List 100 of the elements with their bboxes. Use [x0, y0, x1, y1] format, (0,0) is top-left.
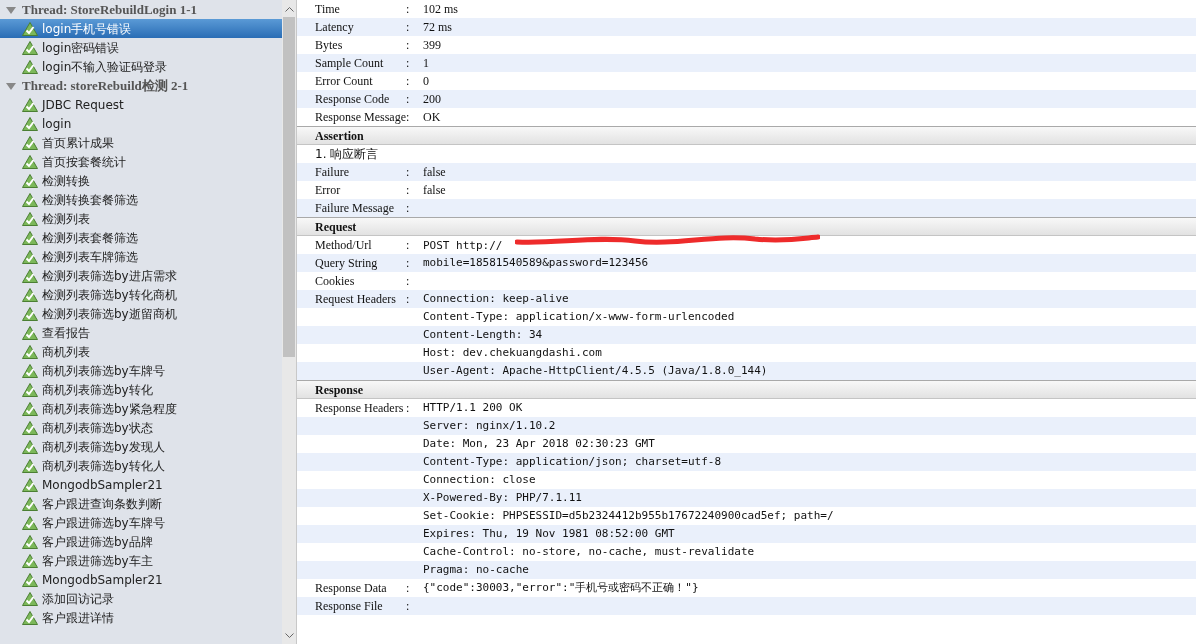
sampler-item[interactable]: 客户跟进筛选by车主: [0, 551, 282, 570]
sampler-item[interactable]: 商机列表筛选by状态: [0, 418, 282, 437]
sampler-item[interactable]: 检测列表筛选by进店需求: [0, 266, 282, 285]
field-value: Content-Length: 34: [423, 326, 543, 343]
colon: :: [406, 165, 410, 179]
field-label: Response File: [315, 599, 383, 613]
sampler-item[interactable]: 客户跟进查询条数判断: [0, 494, 282, 513]
field-value: mobile=18581540589&password=123456: [423, 254, 649, 271]
sampler-item[interactable]: 商机列表: [0, 342, 282, 361]
section-header: Response: [297, 380, 1196, 399]
sampler-item[interactable]: JDBC Request: [0, 95, 282, 114]
colon: :: [406, 110, 410, 124]
scrollbar-thumb[interactable]: [283, 17, 295, 357]
sampler-item[interactable]: 检测转换套餐筛选: [0, 190, 282, 209]
field-value: OK: [423, 109, 441, 126]
colon: :: [406, 74, 410, 88]
field-value: Content-Type: application/json; charset=utf-8: [423, 453, 721, 470]
check-icon: [22, 173, 38, 188]
check-icon: [22, 344, 38, 359]
sampler-item[interactable]: 检测列表筛选by逝留商机: [0, 304, 282, 323]
field-label: Response Code: [315, 92, 390, 106]
field-value: Connection: close: [423, 471, 536, 488]
sampler-item[interactable]: 检测列表筛选by转化商机: [0, 285, 282, 304]
sampler-item[interactable]: MongodbSampler21: [0, 475, 282, 494]
field-value: POST http://: [423, 238, 503, 252]
check-icon: [22, 515, 38, 530]
check-icon: [22, 458, 38, 473]
colon: :: [406, 38, 410, 52]
field-label: Method/Url: [315, 238, 372, 252]
sampler-item[interactable]: 商机列表筛选by转化人: [0, 456, 282, 475]
field-value: Server: nginx/1.10.2: [423, 417, 556, 434]
collapse-icon[interactable]: [6, 4, 16, 15]
sampler-item[interactable]: 商机列表筛选by车牌号: [0, 361, 282, 380]
check-icon: [22, 553, 38, 568]
sampler-item[interactable]: login手机号错误: [0, 19, 282, 38]
field-value: Connection: keep-alive: [423, 290, 569, 307]
check-icon: [22, 325, 38, 340]
sampler-item[interactable]: login: [0, 114, 282, 133]
field-label: Failure: [315, 165, 349, 179]
section-header: Assertion: [297, 126, 1196, 145]
colon: :: [406, 274, 410, 288]
field-value: Set-Cookie: PHPSESSID=d5b2324412b955b17672240900cad5ef; path=/: [423, 507, 834, 524]
colon: :: [406, 92, 410, 106]
field-label: Cookies: [315, 274, 355, 288]
check-icon: [22, 477, 38, 492]
check-icon: [22, 59, 38, 74]
colon: :: [406, 20, 410, 34]
thread-node[interactable]: Thread: storeRebuild检测 2-1: [0, 76, 282, 95]
field-value: false: [423, 182, 446, 199]
sampler-item[interactable]: 首页累计成果: [0, 133, 282, 152]
field-value: Host: dev.chekuangdashi.com: [423, 344, 602, 361]
sampler-item[interactable]: 检测列表套餐筛选: [0, 228, 282, 247]
field-label: Error: [315, 183, 341, 197]
sampler-item[interactable]: login密码错误: [0, 38, 282, 57]
check-icon: [22, 154, 38, 169]
check-icon: [22, 420, 38, 435]
sampler-item[interactable]: 查看报告: [0, 323, 282, 342]
sampler-item[interactable]: 检测列表车牌筛选: [0, 247, 282, 266]
check-icon: [22, 40, 38, 55]
field-value: 1: [423, 55, 429, 72]
sampler-item[interactable]: 添加回访记录: [0, 589, 282, 608]
scroll-down-icon[interactable]: [284, 632, 294, 639]
sampler-item[interactable]: 商机列表筛选by发现人: [0, 437, 282, 456]
check-icon: [22, 306, 38, 321]
check-icon: [22, 287, 38, 302]
colon: :: [406, 292, 410, 306]
field-label: Bytes: [315, 38, 343, 52]
field-value: 200: [423, 91, 441, 108]
colon: :: [406, 183, 410, 197]
sampler-item[interactable]: login不输入验证码登录: [0, 57, 282, 76]
field-value: Cache-Control: no-store, no-cache, must-revalidate: [423, 543, 755, 560]
field-value: 102 ms: [423, 1, 458, 18]
sampler-item[interactable]: 客户跟进详情: [0, 608, 282, 627]
scroll-up-icon[interactable]: [284, 5, 294, 12]
field-value: 72 ms: [423, 19, 452, 36]
sampler-item[interactable]: 客户跟进筛选by车牌号: [0, 513, 282, 532]
check-icon: [22, 572, 38, 587]
check-icon: [22, 534, 38, 549]
colon: :: [406, 238, 410, 252]
check-icon: [22, 135, 38, 150]
sampler-item[interactable]: MongodbSampler21: [0, 570, 282, 589]
sampler-item[interactable]: 客户跟进筛选by品牌: [0, 532, 282, 551]
check-icon: [22, 249, 38, 264]
sampler-item[interactable]: 检测列表: [0, 209, 282, 228]
sampler-item[interactable]: 检测转换: [0, 171, 282, 190]
colon: :: [406, 599, 410, 613]
colon: :: [406, 401, 410, 415]
sampler-item[interactable]: 商机列表筛选by转化: [0, 380, 282, 399]
field-value: 399: [423, 37, 441, 54]
colon: :: [406, 581, 410, 595]
sampler-item[interactable]: 商机列表筛选by紧急程度: [0, 399, 282, 418]
field-value: Date: Mon, 23 Apr 2018 02:30:23 GMT: [423, 435, 655, 452]
thread-node[interactable]: Thread: StoreRebuildLogin 1-1: [0, 0, 282, 19]
check-icon: [22, 610, 38, 625]
collapse-icon[interactable]: [6, 80, 16, 91]
check-icon: [22, 268, 38, 283]
field-label: Response Headers: [315, 401, 404, 415]
check-icon: [22, 401, 38, 416]
check-icon: [22, 496, 38, 511]
sampler-item[interactable]: 首页按套餐统计: [0, 152, 282, 171]
